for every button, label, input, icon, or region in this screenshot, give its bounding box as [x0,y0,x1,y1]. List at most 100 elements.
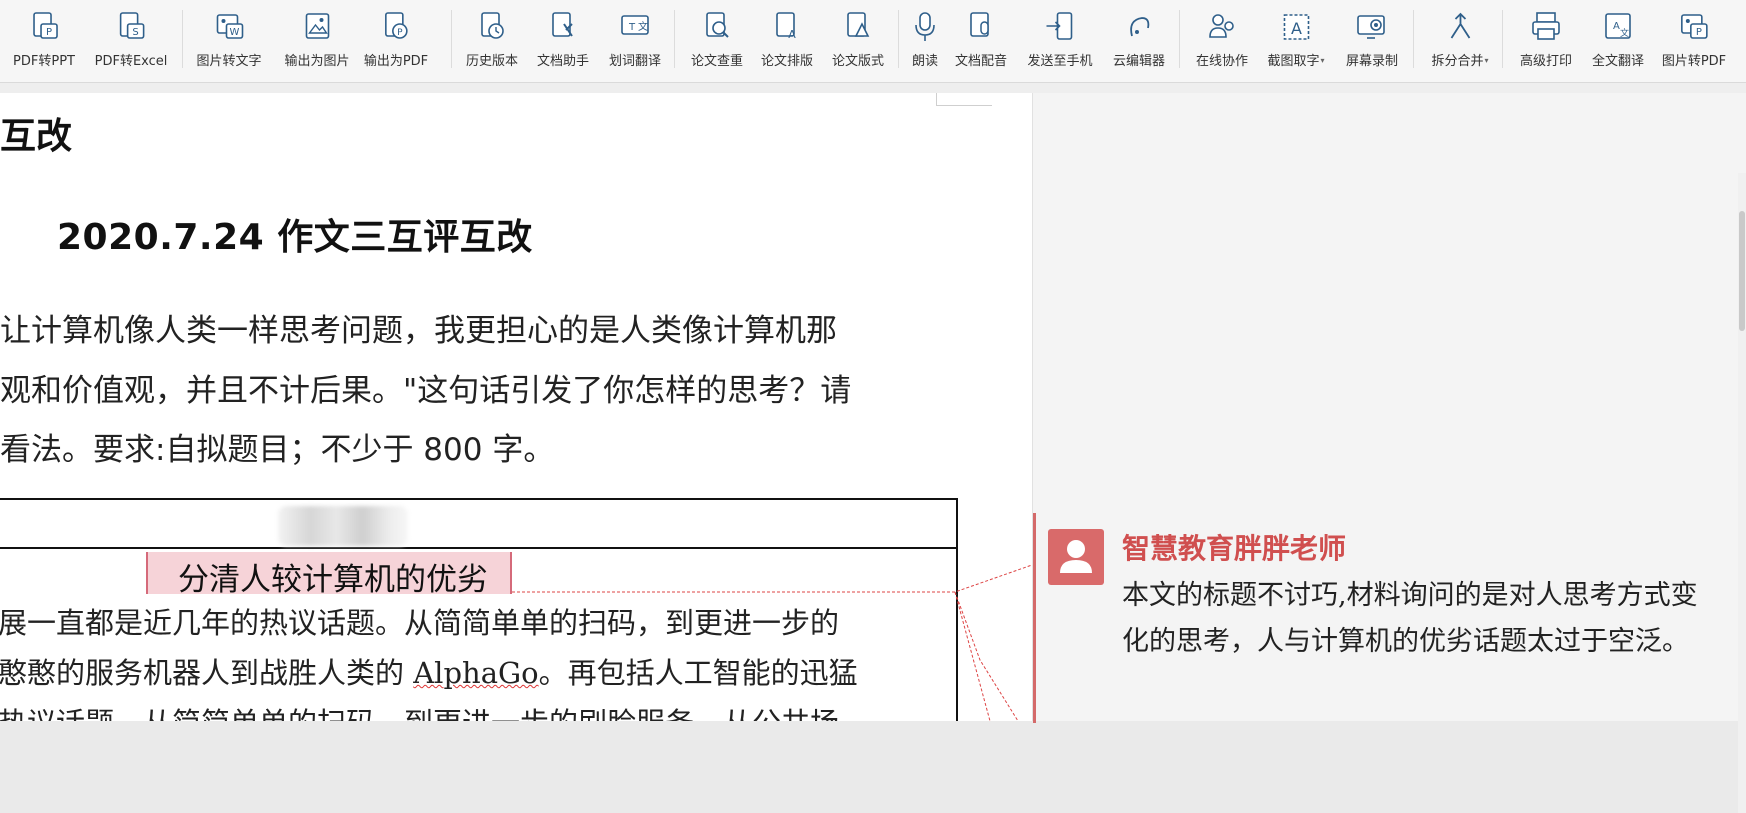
toolbar-button-send-to-phone[interactable]: 发送至手机 [1027,6,1093,72]
essay-title: 分清人较计算机的优劣 [178,562,488,598]
prompt-line: 观和价值观，并且不计后果。"这句话引发了你怎样的思考？请 [0,373,852,409]
toolbar-button-pdf-to-ppt[interactable]: P PDF转PPT [13,6,75,72]
toolbar-button-screen-record[interactable]: 屏幕录制 [1346,6,1398,72]
essay-header-row [0,500,956,549]
toolbar-button-doc-assistant[interactable]: 文档助手 [537,6,589,72]
toolbar-button-paper-layout[interactable]: A 论文排版 [761,6,813,72]
essay-line: 展一直都是近几年的热议话题。从简简单单的扫码，到更进一步的 [0,606,840,640]
toolbar-button-online-collab[interactable]: 在线协作 [1196,6,1248,72]
comment-accent-bar [1033,513,1036,723]
svg-text:A: A [1613,21,1620,32]
comment-panel: 智慧教育胖胖老师 本文的标题不讨巧,材料询问的是对人思考方式变 化的思考，人与计… [1032,93,1746,723]
toolbar-label: 截图取字▾ [1267,54,1325,69]
toolbar-button-export-pdf[interactable]: P 输出为PDF [364,6,428,72]
svg-text:P: P [397,28,403,38]
scrollbar-thumb[interactable] [1739,211,1745,331]
split-merge-icon [1443,10,1477,44]
doc-assistant-icon [546,10,580,44]
toolbar-button-paper-format[interactable]: 论文版式 [832,6,884,72]
chevron-down-icon: ▾ [1320,56,1325,65]
toolbar-label: 论文版式 [831,54,885,69]
paper-check-icon [700,10,734,44]
svg-text:A: A [1291,19,1302,38]
cloud-editor-icon [1122,10,1156,44]
toolbar-separator [451,10,452,68]
toolbar-label: 历史版本 [465,54,519,69]
comment-author: 智慧教育胖胖老师 [1122,532,1347,565]
pdf-to-ppt-icon: P [27,10,61,44]
screen-record-icon [1355,10,1389,44]
toolbar-button-screenshot-text[interactable]: A 截图取字▾ [1267,6,1325,72]
toolbar-separator [674,10,675,68]
toolbar-button-image-to-pdf[interactable]: P 图片转PDF [1662,6,1726,72]
essay-line: 热议话题。从简简单单的扫码，到更进一步的刷脸服务，从公共场 [0,700,839,721]
toolbar-button-read-aloud[interactable]: 朗读 [908,6,942,72]
ribbon-toolbar: P PDF转PPT S PDF转Excel W 图片转文字 输出为图片 P 输出为PDF 历史版本… [0,0,1746,83]
send-to-phone-icon [1043,10,1077,44]
svg-text:P: P [1696,27,1702,38]
toolbar-label: 图片转PDF [1661,54,1727,69]
read-aloud-icon [908,10,942,44]
toolbar-button-pdf-to-excel[interactable]: S PDF转Excel [94,6,168,72]
export-pdf-icon: P [379,10,413,44]
toolbar-label: PDF转Excel [94,54,168,69]
toolbar-button-paper-check[interactable]: 论文查重 [691,6,743,72]
image-to-pdf-icon: P [1677,10,1711,44]
toolbar-label: 划词翻译 [608,54,662,69]
toolbar-separator [182,10,183,68]
export-image-icon [300,10,334,44]
svg-text:W: W [229,27,239,38]
document-title: 2020.7.24 作文三互评互改 [57,217,533,258]
essay-line: 憨憨的服务机器人到战胜人类的 AlphaGo。再包括人工智能的迅猛 [0,656,858,690]
toolbar-button-advanced-print[interactable]: 高级打印 [1520,6,1572,72]
full-translate-icon: A文 [1601,10,1635,44]
toolbar-button-split-merge[interactable]: 拆分合并▾ [1431,6,1489,72]
comment-text-line: 化的思考，人与计算机的优劣话题太过于空泛。 [1122,626,1689,657]
document-area: 互改 2020.7.24 作文三互评互改 让计算机像人类一样思考问题，我更担心的… [0,83,1746,813]
toolbar-button-cloud-editor[interactable]: 云编辑器 [1113,6,1165,72]
prompt-line: 看法。要求:自拟题目；不少于 800 字。 [0,432,555,468]
toolbar-separator [1179,10,1180,68]
online-collab-icon [1205,10,1239,44]
chevron-down-icon: ▾ [1484,56,1489,65]
toolbar-label: 全文翻译 [1591,54,1645,69]
svg-text:A: A [788,28,796,41]
prompt-line: 让计算机像人类一样思考问题，我更担心的是人类像计算机那 [0,313,837,349]
essay-title-highlight[interactable]: 分清人较计算机的优劣 [146,552,512,598]
svg-text:S: S [133,27,139,38]
svg-text:T: T [628,22,636,33]
user-avatar-icon [1048,529,1104,585]
toolbar-label: 在线协作 [1195,54,1249,69]
doc-voiceover-icon [964,10,998,44]
toolbar-button-image-to-text[interactable]: W 图片转文字 [196,6,262,72]
page-corner-mark [936,93,992,106]
comment-text-line: 本文的标题不讨巧,材料询问的是对人思考方式变 [1122,580,1698,611]
toolbar-button-full-translate[interactable]: A 文全文翻译 [1592,6,1644,72]
toolbar-label: 云编辑器 [1112,54,1166,69]
toolbar-button-export-image[interactable]: 输出为图片 [284,6,350,72]
svg-text:P: P [46,27,52,38]
toolbar-label: 文档助手 [536,54,590,69]
toolbar-separator [1413,10,1414,68]
vertical-scrollbar[interactable] [1738,173,1746,813]
toolbar-button-doc-voiceover[interactable]: 文档配音 [955,6,1007,72]
toolbar-label: PDF转PPT [13,54,75,69]
paper-layout-icon: A [770,10,804,44]
toolbar-label: 高级打印 [1519,54,1573,69]
history-version-icon [475,10,509,44]
toolbar-label: 图片转文字 [196,54,262,69]
word-translate-icon: T文 [618,10,652,44]
toolbar-label: 朗读 [911,54,938,69]
advanced-print-icon [1529,10,1563,44]
essay-table: 分清人较计算机的优劣 展一直都是近几年的热议话题。从简简单单的扫码，到更进一步的… [0,498,958,721]
document-page[interactable]: 互改 2020.7.24 作文三互评互改 让计算机像人类一样思考问题，我更担心的… [0,93,1032,721]
toolbar-button-word-translate[interactable]: T 文划词翻译 [609,6,661,72]
toolbar-button-history-version[interactable]: 历史版本 [466,6,518,72]
toolbar-label: 发送至手机 [1027,54,1093,69]
pdf-to-excel-icon: S [114,10,148,44]
toolbar-label: 论文排版 [760,54,814,69]
toolbar-label: 论文查重 [690,54,744,69]
toolbar-label: 屏幕录制 [1345,54,1399,69]
toolbar-separator [898,10,899,68]
heading-fragment: 互改 [0,116,73,157]
